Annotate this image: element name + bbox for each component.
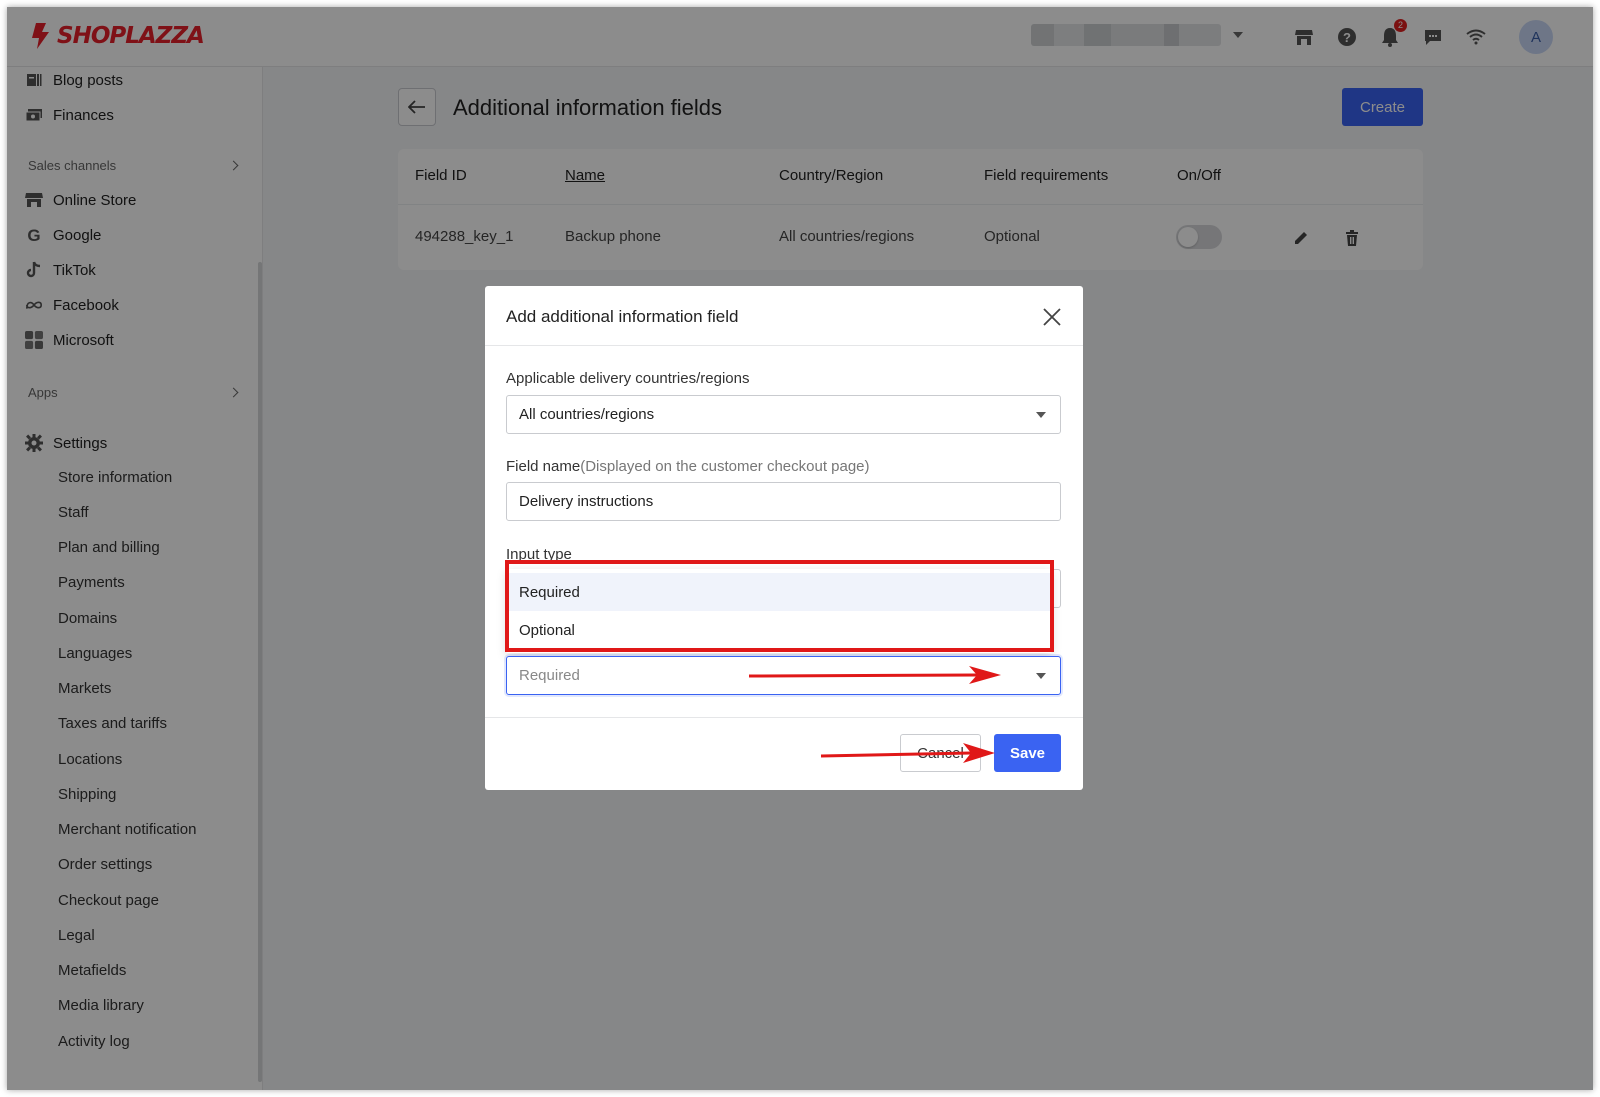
modal-header-divider [485,345,1083,346]
field-name-value: Delivery instructions [519,493,654,510]
field-name-label-text: Field name [506,458,581,475]
modal-title: Add additional information field [506,307,739,326]
red-arrow-icon [820,743,995,763]
modal-footer-divider [485,717,1083,718]
countries-select[interactable]: All countries/regions [506,395,1061,434]
requirement-value: Required [519,667,580,684]
save-button[interactable]: Save [994,734,1061,772]
chevron-down-icon [1036,673,1046,679]
red-arrow-icon [748,666,1001,684]
countries-value: All countries/regions [519,406,655,423]
field-name-label: Field name(Displayed on the customer che… [506,458,870,475]
close-icon[interactable] [1041,306,1063,328]
highlight-box [505,560,1054,652]
chevron-down-icon [1036,412,1046,418]
countries-label: Applicable delivery countries/regions [506,370,750,387]
field-name-hint: (Displayed on the customer checkout page… [580,458,870,475]
app-window: SHOPLAZZA ? 2 A Blog posts Finances Sale… [7,7,1593,1090]
field-name-input[interactable]: Delivery instructions [506,482,1061,521]
add-field-modal: Add additional information field Applica… [485,286,1083,790]
